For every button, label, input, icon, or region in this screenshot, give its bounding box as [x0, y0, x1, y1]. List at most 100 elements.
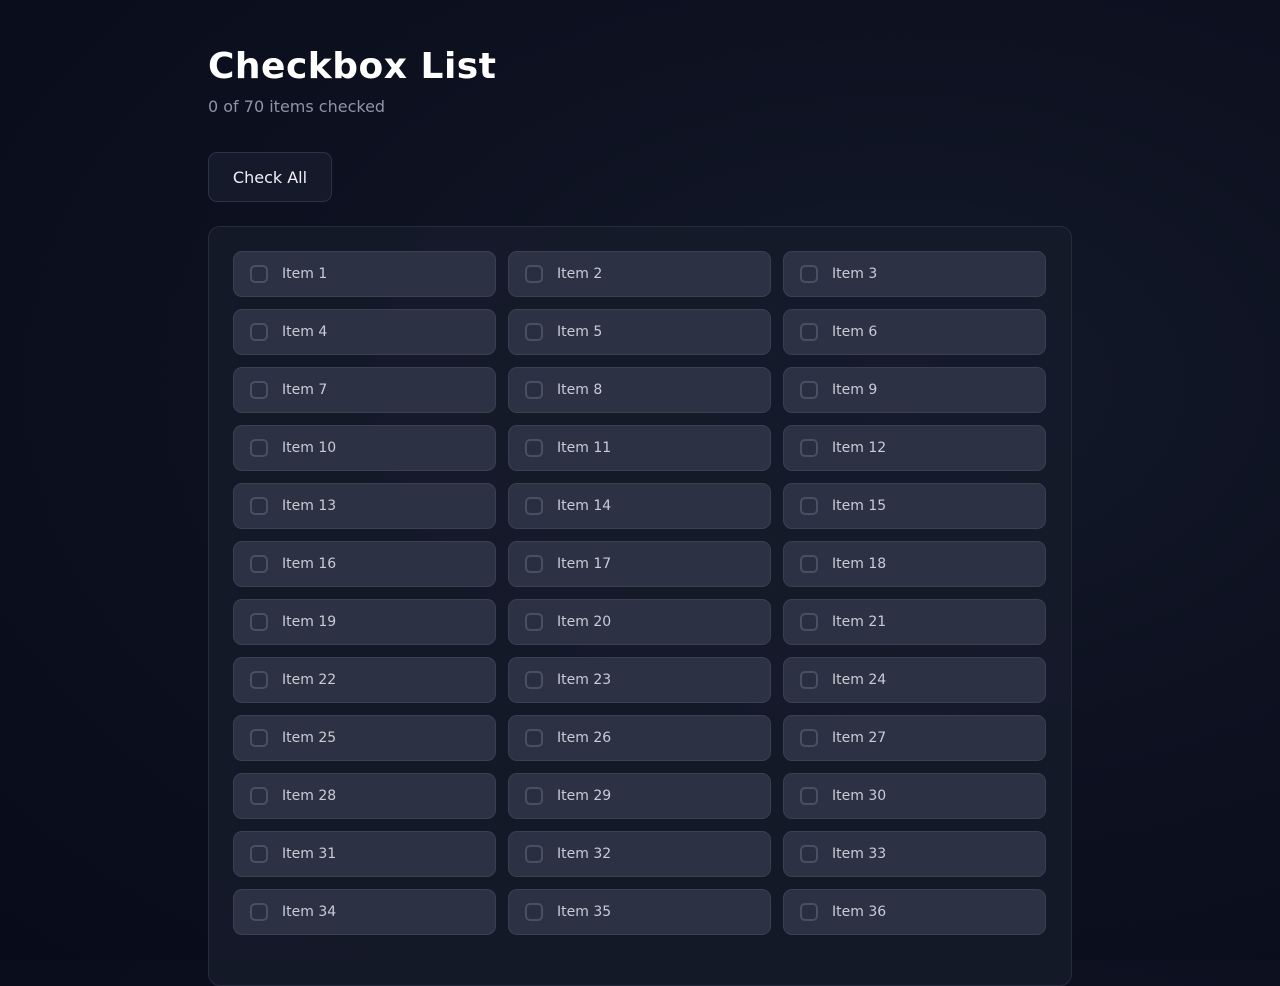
checkbox-label: Item 15 [832, 498, 887, 514]
checkbox-item[interactable]: Item 28 [233, 773, 496, 819]
checkbox[interactable] [250, 497, 268, 515]
checkbox[interactable] [525, 381, 543, 399]
checkbox[interactable] [525, 555, 543, 573]
checkbox-item[interactable]: Item 3 [783, 251, 1046, 297]
checkbox-label: Item 1 [282, 266, 328, 282]
checkbox[interactable] [525, 323, 543, 341]
checkbox-item[interactable]: Item 16 [233, 541, 496, 587]
checkbox[interactable] [525, 729, 543, 747]
checkbox-item[interactable]: Item 18 [783, 541, 1046, 587]
checkbox-item[interactable]: Item 13 [233, 483, 496, 529]
checkbox-item[interactable]: Item 15 [783, 483, 1046, 529]
checkbox[interactable] [525, 787, 543, 805]
checkbox[interactable] [250, 671, 268, 689]
checkbox-item[interactable]: Item 32 [508, 831, 771, 877]
checkbox[interactable] [250, 323, 268, 341]
checkbox-item[interactable]: Item 9 [783, 367, 1046, 413]
checkbox-item[interactable]: Item 22 [233, 657, 496, 703]
checkbox-item[interactable]: Item 30 [783, 773, 1046, 819]
checkbox-label: Item 17 [557, 556, 612, 572]
checkbox-label: Item 35 [557, 904, 612, 920]
checkbox[interactable] [800, 787, 818, 805]
checkbox[interactable] [250, 729, 268, 747]
checkbox[interactable] [250, 381, 268, 399]
checkbox-item[interactable]: Item 20 [508, 599, 771, 645]
checkbox-item[interactable]: Item 35 [508, 889, 771, 935]
checkbox-label: Item 36 [832, 904, 887, 920]
checkbox-item[interactable]: Item 5 [508, 309, 771, 355]
checkbox-label: Item 3 [832, 266, 878, 282]
checkbox-item[interactable]: Item 19 [233, 599, 496, 645]
checkbox[interactable] [800, 613, 818, 631]
checkbox-label: Item 19 [282, 614, 337, 630]
checkbox[interactable] [800, 729, 818, 747]
checkbox-list-panel: Item 1 Item 2 Item 3 Item 4 Item 5 Item 6 Item… [208, 226, 1072, 986]
checkbox-item[interactable]: Item 7 [233, 367, 496, 413]
checkbox-item[interactable]: Item 25 [233, 715, 496, 761]
checkbox-label: Item 23 [557, 672, 612, 688]
checkbox-item[interactable]: Item 1 [233, 251, 496, 297]
checkbox-label: Item 12 [832, 440, 887, 456]
checkbox[interactable] [525, 439, 543, 457]
checkbox-label: Item 4 [282, 324, 328, 340]
checkbox[interactable] [250, 439, 268, 457]
checkbox[interactable] [525, 903, 543, 921]
checkbox[interactable] [800, 381, 818, 399]
checkbox-item[interactable]: Item 17 [508, 541, 771, 587]
check-all-button[interactable]: Check All [208, 152, 332, 202]
checkbox-label: Item 20 [557, 614, 612, 630]
checkbox-item[interactable]: Item 14 [508, 483, 771, 529]
checkbox-item[interactable]: Item 11 [508, 425, 771, 471]
checkbox[interactable] [525, 671, 543, 689]
checkbox-item[interactable]: Item 31 [233, 831, 496, 877]
checkbox-item[interactable]: Item 4 [233, 309, 496, 355]
checkbox-label: Item 2 [557, 266, 603, 282]
checkbox[interactable] [800, 555, 818, 573]
checkbox-item[interactable]: Item 33 [783, 831, 1046, 877]
checkbox-label: Item 30 [832, 788, 887, 804]
checkbox-item[interactable]: Item 26 [508, 715, 771, 761]
checkbox[interactable] [800, 903, 818, 921]
checkbox[interactable] [800, 497, 818, 515]
checkbox-item[interactable]: Item 10 [233, 425, 496, 471]
checkbox[interactable] [800, 845, 818, 863]
checkbox-item[interactable]: Item 8 [508, 367, 771, 413]
checkbox-label: Item 28 [282, 788, 337, 804]
checkbox-label: Item 26 [557, 730, 612, 746]
checkbox-item[interactable]: Item 23 [508, 657, 771, 703]
checkbox-label: Item 8 [557, 382, 603, 398]
checkbox-label: Item 6 [832, 324, 878, 340]
checkbox-item[interactable]: Item 2 [508, 251, 771, 297]
checkbox[interactable] [250, 555, 268, 573]
checkbox[interactable] [525, 497, 543, 515]
checkbox-item[interactable]: Item 36 [783, 889, 1046, 935]
checkbox-label: Item 13 [282, 498, 337, 514]
checkbox-item[interactable]: Item 21 [783, 599, 1046, 645]
checkbox[interactable] [800, 265, 818, 283]
checkbox[interactable] [525, 265, 543, 283]
checkbox-label: Item 31 [282, 846, 337, 862]
checkbox-label: Item 14 [557, 498, 612, 514]
checkbox-item[interactable]: Item 27 [783, 715, 1046, 761]
checkbox-label: Item 10 [282, 440, 337, 456]
checkbox-label: Item 22 [282, 672, 337, 688]
checkbox-item[interactable]: Item 24 [783, 657, 1046, 703]
checkbox[interactable] [525, 845, 543, 863]
checkbox-label: Item 24 [832, 672, 887, 688]
checkbox-item[interactable]: Item 29 [508, 773, 771, 819]
checkbox[interactable] [800, 323, 818, 341]
checkbox[interactable] [250, 845, 268, 863]
checkbox-label: Item 32 [557, 846, 612, 862]
checkbox-item[interactable]: Item 6 [783, 309, 1046, 355]
checkbox-label: Item 29 [557, 788, 612, 804]
checkbox[interactable] [525, 613, 543, 631]
checkbox[interactable] [250, 613, 268, 631]
checkbox[interactable] [250, 903, 268, 921]
checkbox-label: Item 11 [557, 440, 612, 456]
checkbox-item[interactable]: Item 12 [783, 425, 1046, 471]
checkbox[interactable] [800, 671, 818, 689]
checkbox[interactable] [250, 265, 268, 283]
checkbox[interactable] [800, 439, 818, 457]
checkbox-item[interactable]: Item 34 [233, 889, 496, 935]
checkbox[interactable] [250, 787, 268, 805]
